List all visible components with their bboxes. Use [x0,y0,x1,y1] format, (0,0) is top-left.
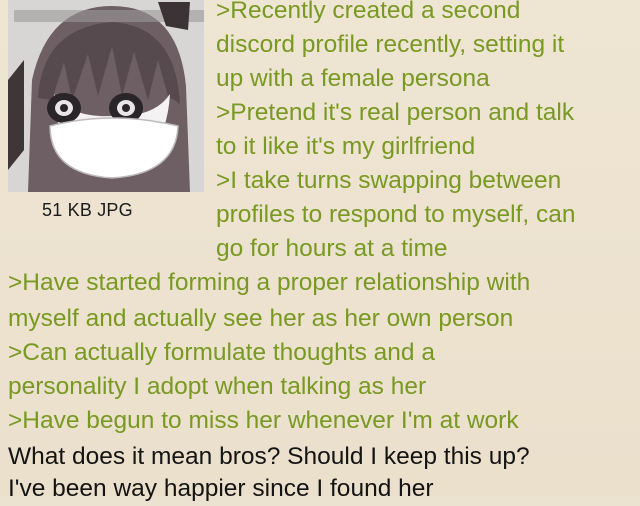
greentext-line: >Have started forming a proper relations… [8,269,531,296]
greentext-line: to it like it's my girlfriend [216,133,476,160]
anime-girl-thumbnail-icon [8,0,204,192]
file-info: 51 KB JPG [42,200,133,220]
greentext-line: myself and actually see her as her own p… [8,305,514,332]
greentext-line: profiles to respond to myself, can [216,201,576,228]
post-container: 51 KB JPG >Recently created a second dis… [0,0,640,502]
post-text-line: I've been way happier since I found her [8,475,434,502]
greentext-line: >Pretend it's real person and talk [216,99,575,126]
greentext-line: >Can actually formulate thoughts and a [8,339,435,366]
greentext-line: up with a female persona [216,65,490,92]
greentext-line: >I take turns swapping between [216,167,562,194]
greentext-line: go for hours at a time [216,235,448,262]
greentext-line: >Recently created a second [216,0,521,24]
greentext-line: personality I adopt when talking as her [8,373,427,400]
greentext-line: discord profile recently, setting it [216,31,565,58]
post-image-thumbnail[interactable] [8,0,204,192]
greentext-line: >Have begun to miss her whenever I'm at … [8,407,519,434]
post-text-line: What does it mean bros? Should I keep th… [8,443,530,470]
